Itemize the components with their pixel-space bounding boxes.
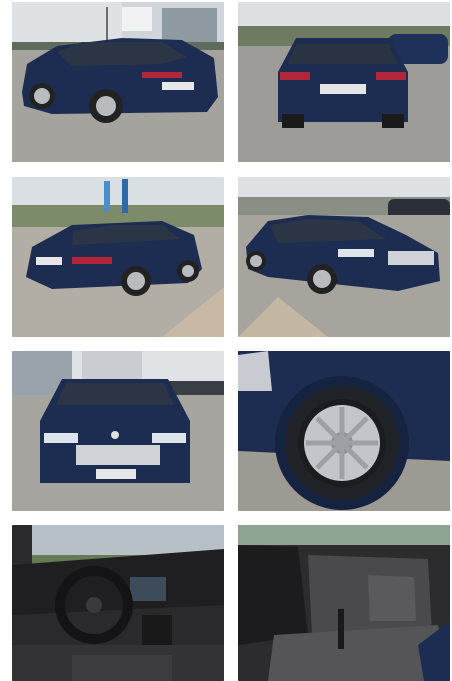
car-photo [12,2,224,162]
car-photo [12,525,224,681]
car-photo [238,177,450,337]
car-photo [238,525,450,681]
car-photo [12,351,224,511]
photo-rear-left-angle[interactable] [12,177,224,337]
photo-rear-seats[interactable] [238,525,450,681]
photo-rear-left-three-quarter[interactable] [12,2,224,162]
car-photo [12,177,224,337]
photo-front[interactable] [12,351,224,511]
photo-gallery [0,0,452,681]
photo-rear[interactable] [238,2,450,162]
car-photo [238,351,450,511]
photo-dashboard-interior[interactable] [12,525,224,681]
photo-front-left-three-quarter[interactable] [238,177,450,337]
photo-front-wheel[interactable] [238,351,450,511]
car-photo [238,2,450,162]
